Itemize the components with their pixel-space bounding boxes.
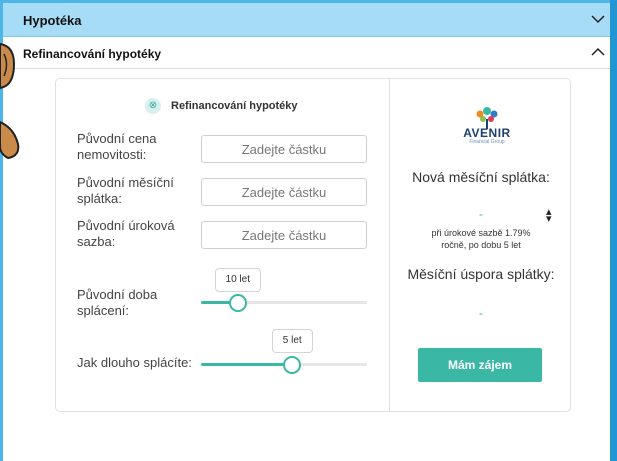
avenir-logo-text: AVENIR	[463, 126, 511, 140]
chevron-down-icon[interactable]	[591, 12, 605, 26]
slider-handle[interactable]	[283, 355, 302, 374]
accordion-mortgage-title: Hypotéka	[23, 13, 82, 28]
slider-label-paid-duration: Jak dlouho splácíte:	[77, 355, 192, 370]
mascot-illustration	[0, 42, 20, 160]
slider-value-bubble: 10 let	[214, 268, 261, 292]
monthly-payment-input[interactable]	[201, 178, 367, 206]
new-payment-value: -	[479, 207, 483, 221]
calculator-icon: ⊗	[145, 98, 161, 114]
slider-label-original-term: Původní doba splácení:	[77, 287, 158, 318]
interest-button[interactable]: Mám zájem	[418, 348, 542, 382]
frame-right	[610, 0, 617, 461]
avenir-logo-subtitle: Financial Group	[469, 139, 505, 145]
slider-fill	[201, 363, 293, 366]
interest-rate-input[interactable]	[201, 221, 367, 249]
form-title: Refinancování hypotéky	[171, 100, 298, 112]
slider-handle[interactable]	[228, 293, 247, 312]
accordion-refinance-header[interactable]: Refinancování hypotéky	[3, 37, 610, 69]
card-divider	[389, 78, 390, 412]
rate-note: při úrokové sazbě 1.79% ročně, po dobu 5…	[431, 228, 531, 250]
new-payment-label: Nová měsíční splátka:	[412, 169, 550, 185]
monthly-saving-value: -	[479, 306, 483, 320]
field-label-property-price: Původní cena nemovitosti:	[77, 131, 157, 162]
field-label-monthly-payment: Původní měsíční splátka:	[77, 175, 174, 206]
slider-value-bubble: 5 let	[271, 329, 313, 353]
stepper-icon[interactable]: ▴ ▾	[546, 207, 552, 225]
property-price-input[interactable]	[201, 135, 367, 163]
accordion-refinance-title: Refinancování hypotéky	[23, 47, 162, 61]
chevron-up-icon[interactable]	[591, 45, 605, 59]
monthly-saving-label: Měsíční úspora splátky:	[407, 266, 555, 282]
accordion-mortgage-header[interactable]: Hypotéka	[3, 3, 610, 37]
field-label-interest-rate: Původní úroková sazba:	[77, 218, 175, 249]
